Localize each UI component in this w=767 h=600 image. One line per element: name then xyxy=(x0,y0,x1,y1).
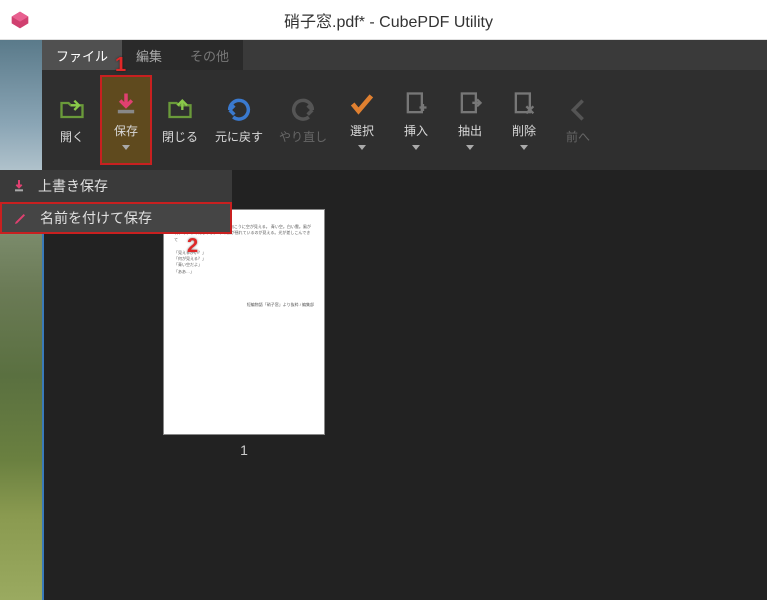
chevron-down-icon xyxy=(466,145,474,150)
extract-button[interactable]: 抽出 xyxy=(444,75,496,165)
desktop-background-strip xyxy=(0,40,42,600)
titlebar: 硝子窓.pdf* - CubePDF Utility xyxy=(0,0,767,40)
save-as-label: 名前を付けて保存 xyxy=(40,208,152,228)
save-label: 保存 xyxy=(114,122,138,139)
chevron-down-icon xyxy=(412,145,420,150)
annotation-1: 1 xyxy=(115,54,126,77)
undo-button[interactable]: 元に戻す xyxy=(208,75,270,165)
thumbnail-area[interactable]: 硝子窓の中にいる。ガラス窓の向こうに空が見える。 青い空。白い雲。風が吹いている… xyxy=(42,170,767,600)
delete-page-icon xyxy=(510,90,538,118)
insert-button[interactable]: 挿入 xyxy=(390,75,442,165)
delete-label: 削除 xyxy=(512,122,536,139)
delete-button[interactable]: 削除 xyxy=(498,75,550,165)
overwrite-save-item[interactable]: 上書き保存 xyxy=(0,170,232,202)
window-title: 硝子窓.pdf* - CubePDF Utility xyxy=(20,8,757,32)
overwrite-label: 上書き保存 xyxy=(38,176,108,196)
insert-label: 挿入 xyxy=(404,122,428,139)
chevron-down-icon xyxy=(122,145,130,150)
chevron-down-icon xyxy=(358,145,366,150)
ribbon-toolbar: 開く 保存 閉じる xyxy=(42,70,767,170)
select-button[interactable]: 選択 xyxy=(336,75,388,165)
save-button[interactable]: 保存 xyxy=(100,75,152,165)
close-folder-icon xyxy=(166,96,194,124)
insert-page-icon xyxy=(402,90,430,118)
open-label: 開く xyxy=(60,128,84,145)
ribbon-tabs: ファイル 編集 その他 xyxy=(42,40,767,70)
redo-label: やり直し xyxy=(279,128,327,145)
close-button[interactable]: 閉じる xyxy=(154,75,206,165)
page-number: 1 xyxy=(164,442,324,458)
open-button[interactable]: 開く xyxy=(46,75,98,165)
open-folder-icon xyxy=(58,96,86,124)
tab-file[interactable]: ファイル xyxy=(42,40,122,70)
extract-label: 抽出 xyxy=(458,122,482,139)
select-label: 選択 xyxy=(350,122,374,139)
save-as-item[interactable]: 名前を付けて保存 xyxy=(0,202,232,234)
save-dropdown-menu: 上書き保存 名前を付けて保存 xyxy=(0,170,232,234)
prev-button[interactable]: 前へ xyxy=(552,75,604,165)
undo-label: 元に戻す xyxy=(215,128,263,145)
tab-edit[interactable]: 編集 xyxy=(122,40,176,70)
arrow-left-icon xyxy=(564,96,592,124)
save-small-icon xyxy=(10,177,28,195)
extract-page-icon xyxy=(456,90,484,118)
save-icon xyxy=(112,90,140,118)
redo-icon xyxy=(289,96,317,124)
tab-other[interactable]: その他 xyxy=(176,40,243,70)
redo-button[interactable]: やり直し xyxy=(272,75,334,165)
pencil-icon xyxy=(12,209,30,227)
undo-icon xyxy=(225,96,253,124)
checkmark-icon xyxy=(348,90,376,118)
chevron-down-icon xyxy=(520,145,528,150)
annotation-2: 2 xyxy=(187,235,198,258)
close-label: 閉じる xyxy=(162,128,198,145)
prev-label: 前へ xyxy=(566,128,590,145)
